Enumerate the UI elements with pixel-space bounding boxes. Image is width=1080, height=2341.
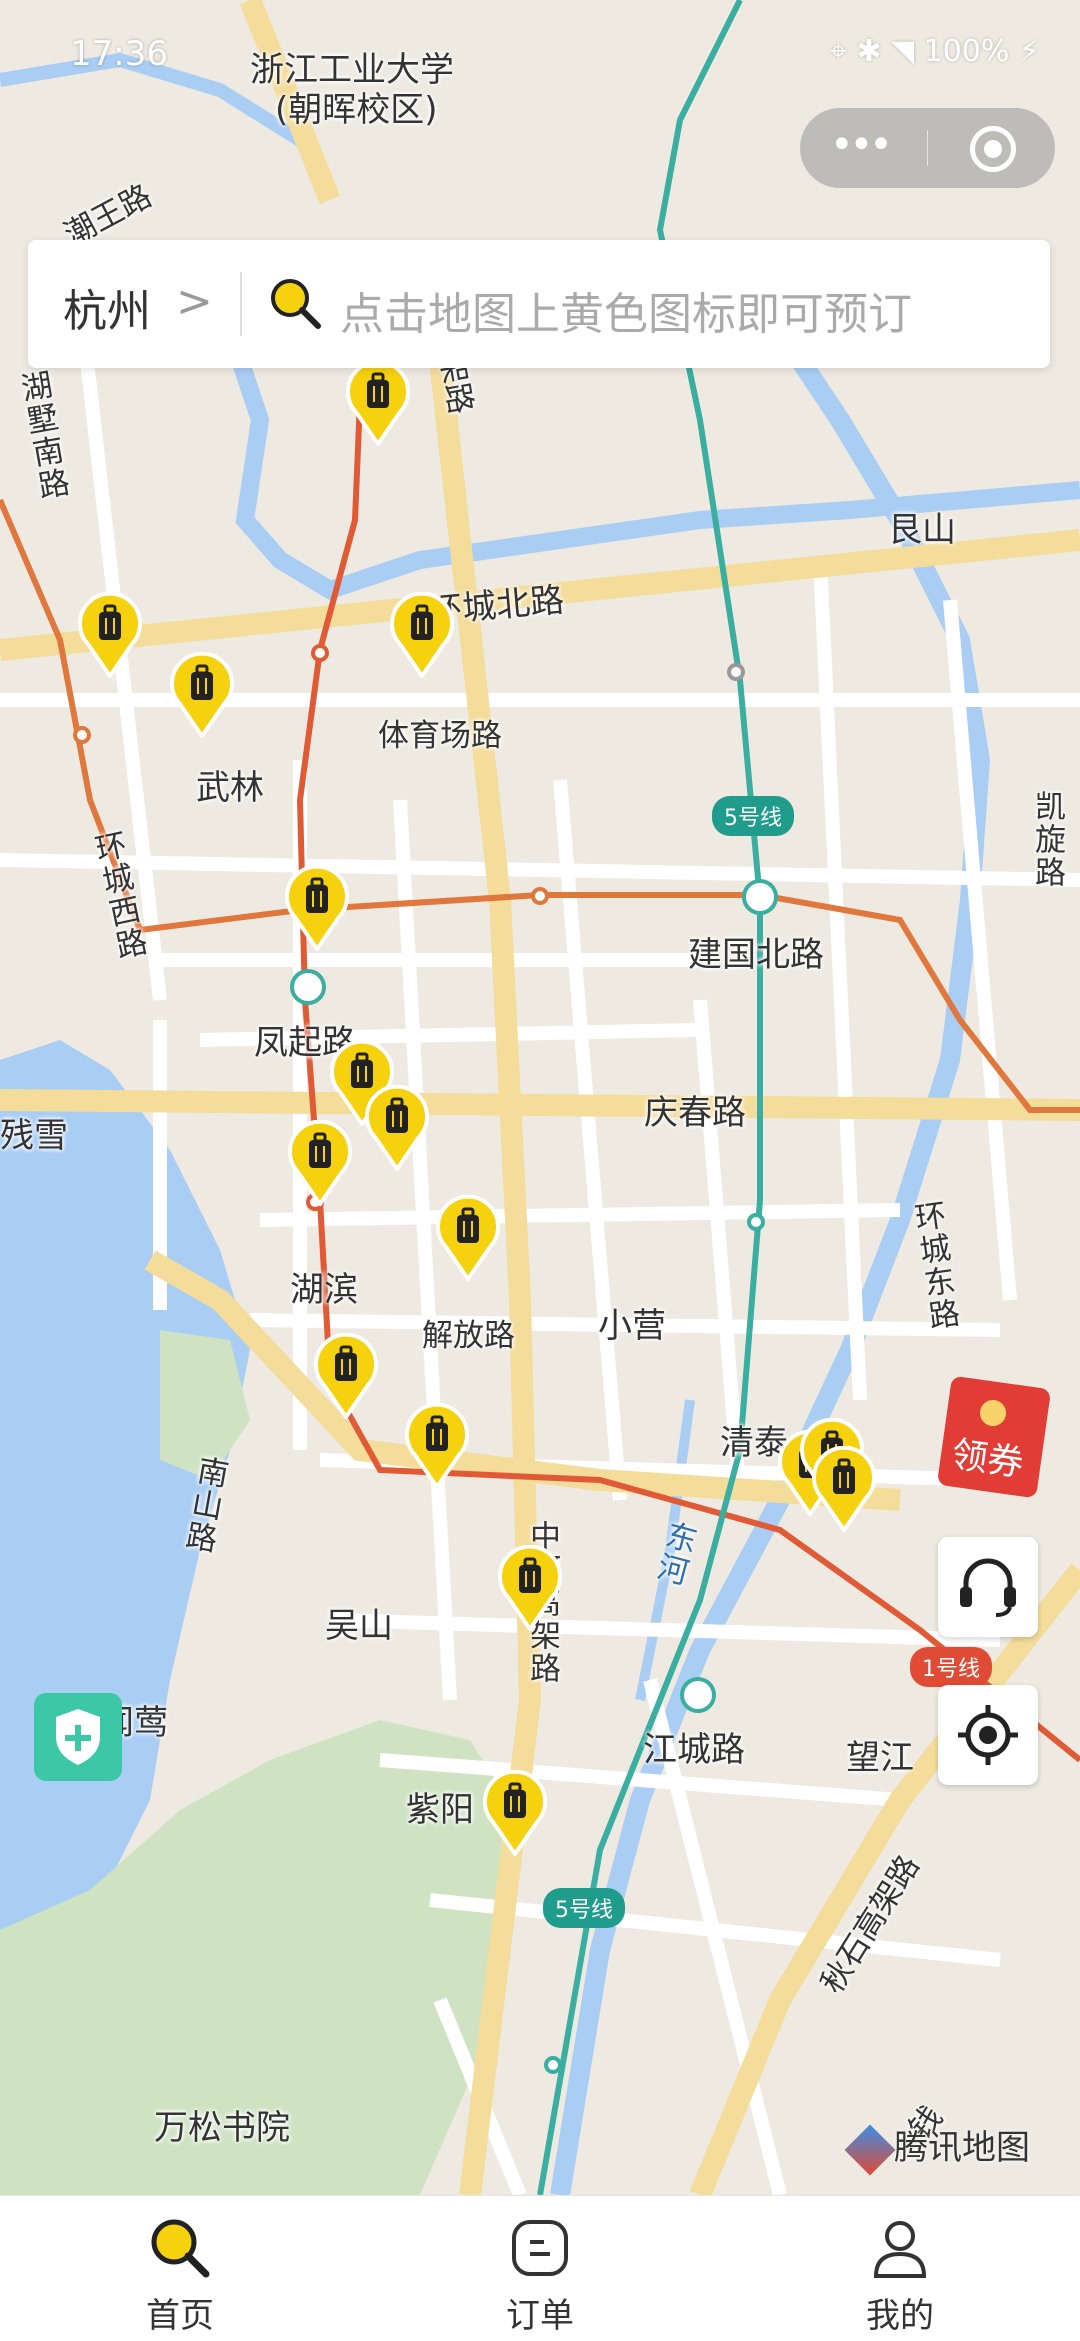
luggage-icon	[390, 591, 454, 680]
miniprogram-capsule: •••	[800, 108, 1055, 188]
tab-orders[interactable]: 订单	[440, 2196, 640, 2341]
label-jianguo-north: 建国北路	[688, 935, 824, 975]
tab-label-orders: 订单	[506, 2296, 574, 2336]
user-icon	[873, 2221, 927, 2278]
label-wansong: 万松书院	[154, 2108, 290, 2148]
luggage-pin[interactable]	[314, 1332, 378, 1421]
luggage-icon	[170, 651, 234, 740]
label-tiyuchang-road: 体育场路	[378, 718, 502, 754]
luggage-icon	[365, 1084, 429, 1173]
locate-button[interactable]	[938, 1685, 1038, 1785]
search-icon	[151, 2219, 210, 2278]
support-button[interactable]	[938, 1537, 1038, 1637]
label-jiangcheng-road: 江城路	[643, 1730, 745, 1770]
tab-profile[interactable]: 我的	[800, 2196, 1000, 2341]
search-placeholder[interactable]: 点击地图上黄色图标即可预订	[340, 278, 912, 342]
luggage-pin[interactable]	[365, 1084, 429, 1173]
shield-plus-icon	[56, 1709, 100, 1765]
tab-label-home: 首页	[146, 2296, 214, 2336]
label-jiefang-road: 解放路	[422, 1318, 515, 1354]
luggage-pin[interactable]	[170, 651, 234, 740]
search-divider	[240, 272, 242, 336]
city-selector[interactable]: 杭州	[63, 275, 151, 339]
luggage-icon	[314, 1332, 378, 1421]
metro-line5-badge: 5号线	[543, 1888, 625, 1928]
orders-icon	[512, 2220, 568, 2276]
chevron-right-icon[interactable]: >	[176, 276, 213, 327]
luggage-icon	[498, 1544, 562, 1633]
luggage-icon	[812, 1445, 876, 1534]
luggage-icon	[285, 864, 349, 953]
label-hubin: 湖滨	[290, 1270, 358, 1310]
luggage-pin[interactable]	[483, 1769, 547, 1858]
tab-bar: 首页 订单 我的	[0, 2195, 1080, 2341]
luggage-pin[interactable]	[498, 1544, 562, 1633]
status-time: 17:36	[70, 34, 168, 74]
status-bar: 17:36 ⌖ ✱ ◥ 100% ⚡	[0, 0, 1080, 110]
luggage-icon	[78, 591, 142, 680]
label-kaixuan-road: 凯旋路	[1029, 790, 1065, 889]
label-wu-shan: 吴山	[325, 1606, 393, 1646]
label-xiaoying: 小营	[598, 1306, 666, 1346]
luggage-icon	[483, 1769, 547, 1858]
coupon-label: 领券	[949, 1434, 1027, 1485]
search-icon	[271, 279, 321, 329]
tab-label-profile: 我的	[866, 2296, 934, 2336]
label-zi-yang: 紫阳	[406, 1790, 474, 1830]
label-qianxue: 残雪	[0, 1116, 68, 1156]
luggage-pin[interactable]	[346, 359, 410, 448]
search-bar[interactable]: 杭州 > 点击地图上黄色图标即可预订	[28, 240, 1050, 368]
luggage-pin[interactable]	[285, 864, 349, 953]
luggage-icon	[288, 1119, 352, 1208]
status-icons: ⌖ ✱ ◥ 100% ⚡	[829, 34, 1040, 69]
safety-button[interactable]	[34, 1693, 122, 1781]
label-gen-shan: 艮山	[888, 510, 956, 550]
more-icon[interactable]: •••	[830, 122, 893, 168]
luggage-icon	[346, 359, 410, 448]
metro-line5-badge: 5号线	[712, 796, 794, 836]
headset-icon	[960, 1558, 1016, 1617]
label-wang-jiang: 望江	[846, 1738, 914, 1778]
luggage-icon	[405, 1402, 469, 1491]
luggage-pin[interactable]	[405, 1402, 469, 1491]
locate-icon	[958, 1705, 1018, 1765]
luggage-pin[interactable]	[390, 591, 454, 680]
metro-line1-badge: 1号线	[910, 1647, 992, 1687]
label-wulin: 武林	[196, 768, 264, 808]
target-icon[interactable]	[970, 126, 1016, 172]
tencent-map-logo-icon	[844, 2124, 896, 2175]
map-watermark: 腾讯地图	[844, 2120, 1030, 2175]
tab-home[interactable]: 首页	[80, 2196, 280, 2341]
luggage-icon	[436, 1194, 500, 1283]
luggage-pin[interactable]	[436, 1194, 500, 1283]
luggage-pin[interactable]	[812, 1445, 876, 1534]
watermark-text: 腾讯地图	[894, 2128, 1030, 2168]
luggage-pin[interactable]	[78, 591, 142, 680]
label-qingchun-road: 庆春路	[644, 1093, 746, 1133]
capsule-divider	[927, 130, 928, 166]
coupon-button[interactable]: 领券	[936, 1372, 1064, 1499]
luggage-pin[interactable]	[288, 1119, 352, 1208]
